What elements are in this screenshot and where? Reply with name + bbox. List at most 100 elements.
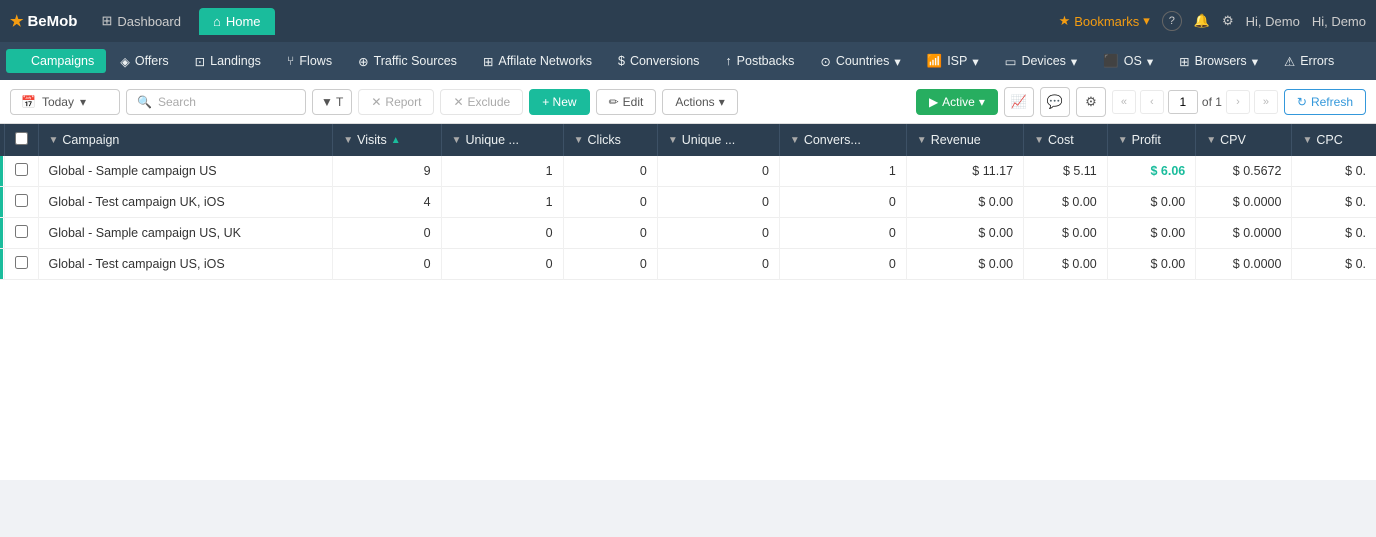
pagination: « ‹ of 1 › » bbox=[1112, 90, 1278, 114]
row-cost-3: $ 0.00 bbox=[1024, 249, 1108, 280]
refresh-button[interactable]: ↻ Refresh bbox=[1284, 89, 1366, 115]
filter-unique-clicks-icon: ▼ bbox=[668, 135, 678, 146]
unique-clicks-col-header[interactable]: ▼ Unique ... bbox=[657, 124, 779, 156]
message-icon-button[interactable]: 💬 bbox=[1040, 87, 1070, 117]
browsers-icon: ⊞ bbox=[1179, 54, 1189, 69]
row-checkbox-0[interactable] bbox=[15, 163, 28, 176]
sort-visits-icon: ▲ bbox=[391, 135, 401, 146]
row-checkbox-cell-1[interactable] bbox=[4, 187, 38, 218]
menu-item-campaigns[interactable]: Campaigns bbox=[6, 49, 106, 73]
report-button[interactable]: ✕ Report bbox=[358, 89, 434, 115]
brand-name: BeMob bbox=[27, 13, 77, 30]
menu-item-os[interactable]: ⬛ OS ▾ bbox=[1091, 49, 1165, 74]
conversions-icon: $ bbox=[618, 54, 625, 68]
exclude-icon: ✕ bbox=[453, 95, 463, 109]
row-revenue-3: $ 0.00 bbox=[906, 249, 1023, 280]
row-cost-0: $ 5.11 bbox=[1024, 156, 1108, 187]
affiliate-networks-icon: ⊞ bbox=[483, 54, 493, 69]
next-page-button[interactable]: › bbox=[1226, 90, 1250, 114]
table-row: Global - Sample campaign US 9 1 0 0 1 $ … bbox=[0, 156, 1376, 187]
row-clicks-1: 0 bbox=[563, 187, 657, 218]
row-checkbox-1[interactable] bbox=[15, 194, 28, 207]
unique-visits-col-header[interactable]: ▼ Unique ... bbox=[441, 124, 563, 156]
chevron-down-icon: ▾ bbox=[1143, 13, 1150, 29]
filter-campaign-icon: ▼ bbox=[49, 135, 59, 146]
date-picker[interactable]: 📅 Today ▾ bbox=[10, 89, 120, 115]
menu-item-postbacks[interactable]: ↑ Postbacks bbox=[713, 49, 806, 73]
profit-col-header[interactable]: ▼ Profit bbox=[1107, 124, 1195, 156]
row-checkbox-cell-0[interactable] bbox=[4, 156, 38, 187]
help-icon[interactable]: ? bbox=[1162, 11, 1182, 31]
row-unique-visits-0: 1 bbox=[441, 156, 563, 187]
edit-icon: ✏ bbox=[609, 95, 619, 109]
row-cost-2: $ 0.00 bbox=[1024, 218, 1108, 249]
cpv-col-header[interactable]: ▼ CPV bbox=[1196, 124, 1292, 156]
search-placeholder: Search bbox=[158, 95, 196, 109]
nav-tab-home[interactable]: ⌂ Home bbox=[199, 8, 275, 35]
row-cost-1: $ 0.00 bbox=[1024, 187, 1108, 218]
row-revenue-1: $ 0.00 bbox=[906, 187, 1023, 218]
active-button[interactable]: ▶ Active ▾ bbox=[916, 89, 998, 115]
report-icon: ✕ bbox=[371, 95, 381, 109]
row-unique-visits-1: 1 bbox=[441, 187, 563, 218]
row-cpc-1: $ 0. bbox=[1292, 187, 1376, 218]
user-name: Hi, Demo bbox=[1312, 14, 1366, 29]
menu-item-conversions[interactable]: $ Conversions bbox=[606, 49, 711, 73]
row-checkbox-cell-3[interactable] bbox=[4, 249, 38, 280]
prev-page-button[interactable]: ‹ bbox=[1140, 90, 1164, 114]
cpc-col-header[interactable]: ▼ CPC bbox=[1292, 124, 1376, 156]
row-clicks-3: 0 bbox=[563, 249, 657, 280]
menu-item-isp[interactable]: 📶 ISP ▾ bbox=[915, 49, 991, 74]
page-input[interactable] bbox=[1168, 90, 1198, 114]
cost-col-header[interactable]: ▼ Cost bbox=[1024, 124, 1108, 156]
menu-item-traffic-sources[interactable]: ⊕ Traffic Sources bbox=[346, 49, 469, 74]
menu-item-affiliate-networks[interactable]: ⊞ Affilate Networks bbox=[471, 49, 604, 74]
conversions-col-header[interactable]: ▼ Convers... bbox=[779, 124, 906, 156]
filter-clicks-icon: ▼ bbox=[574, 135, 584, 146]
table-empty-space bbox=[0, 280, 1376, 480]
menu-item-errors[interactable]: ⚠ Errors bbox=[1272, 49, 1346, 74]
last-page-button[interactable]: » bbox=[1254, 90, 1278, 114]
select-all-checkbox[interactable] bbox=[15, 132, 28, 145]
menu-item-devices[interactable]: ▭ Devices ▾ bbox=[993, 49, 1090, 74]
new-button[interactable]: + New bbox=[529, 89, 589, 115]
campaign-col-header[interactable]: ▼ Campaign bbox=[38, 124, 333, 156]
actions-chevron-icon: ▾ bbox=[719, 95, 725, 109]
menu-item-offers[interactable]: ◈ Offers bbox=[108, 49, 180, 74]
bookmarks-button[interactable]: ★ Bookmarks ▾ bbox=[1059, 13, 1150, 29]
row-visits-2: 0 bbox=[333, 218, 441, 249]
filter-button[interactable]: ▼ T bbox=[312, 89, 352, 115]
edit-button[interactable]: ✏ Edit bbox=[596, 89, 657, 115]
visits-col-header[interactable]: ▼ Visits ▲ bbox=[333, 124, 441, 156]
row-checkbox-cell-2[interactable] bbox=[4, 218, 38, 249]
notifications-icon[interactable]: 🔔 bbox=[1194, 13, 1210, 29]
row-indicator-bar-3 bbox=[0, 249, 3, 279]
nav-tab-dashboard[interactable]: ⊞ Dashboard bbox=[87, 7, 195, 35]
filter-unique-visits-icon: ▼ bbox=[452, 135, 462, 146]
revenue-col-header[interactable]: ▼ Revenue bbox=[906, 124, 1023, 156]
row-unique-clicks-2: 0 bbox=[657, 218, 779, 249]
user-label[interactable]: Hi, Demo bbox=[1246, 14, 1300, 29]
errors-icon: ⚠ bbox=[1284, 54, 1295, 69]
row-checkbox-2[interactable] bbox=[15, 225, 28, 238]
browsers-chevron-icon: ▾ bbox=[1252, 54, 1258, 69]
menu-item-landings[interactable]: ⊡ Landings bbox=[183, 49, 273, 74]
row-checkbox-3[interactable] bbox=[15, 256, 28, 269]
menu-item-countries[interactable]: ⊙ Countries ▾ bbox=[808, 49, 912, 74]
menu-item-flows[interactable]: ⑂ Flows bbox=[275, 49, 344, 73]
table-header-row: ▼ Campaign ▼ Visits ▲ ▼ Unique ... bbox=[0, 124, 1376, 156]
date-chevron-icon: ▾ bbox=[80, 95, 86, 109]
settings-column-button[interactable]: ⚙ bbox=[1076, 87, 1106, 117]
select-all-header[interactable] bbox=[4, 124, 38, 156]
first-page-button[interactable]: « bbox=[1112, 90, 1136, 114]
chart-icon-button[interactable]: 📈 bbox=[1004, 87, 1034, 117]
row-visits-1: 4 bbox=[333, 187, 441, 218]
search-box[interactable]: 🔍 Search bbox=[126, 89, 306, 115]
menu-item-browsers[interactable]: ⊞ Browsers ▾ bbox=[1167, 49, 1270, 74]
traffic-sources-icon: ⊕ bbox=[358, 54, 368, 69]
clicks-col-header[interactable]: ▼ Clicks bbox=[563, 124, 657, 156]
brand-logo[interactable]: ★ BeMob bbox=[10, 12, 77, 30]
exclude-button[interactable]: ✕ Exclude bbox=[440, 89, 523, 115]
actions-button[interactable]: Actions ▾ bbox=[662, 89, 737, 115]
settings-icon[interactable]: ⚙ bbox=[1222, 13, 1234, 29]
